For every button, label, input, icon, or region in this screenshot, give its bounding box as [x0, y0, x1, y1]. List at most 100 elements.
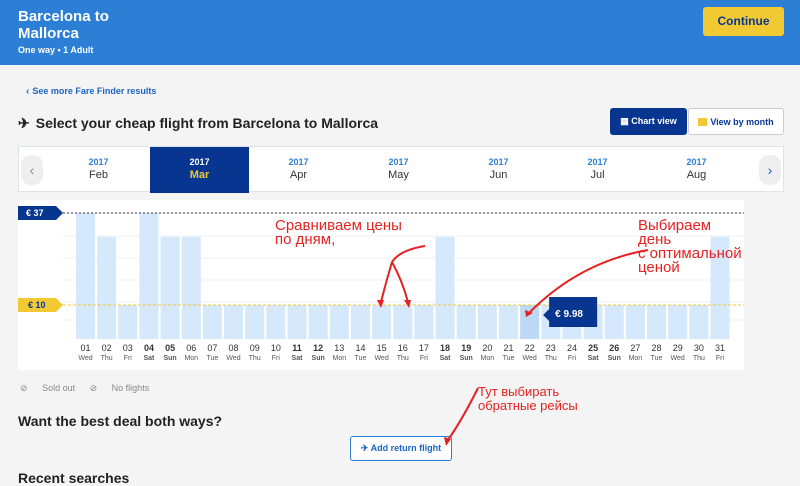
month-year: 2017	[88, 157, 109, 167]
weekday-label: Sat	[440, 355, 452, 362]
chart-bar	[393, 304, 413, 339]
day-label: 05	[165, 343, 175, 353]
month-year: 2017	[488, 157, 509, 167]
day-label: 03	[123, 343, 133, 353]
month-year: 2017	[388, 157, 409, 167]
month-year: 2017	[288, 157, 309, 167]
month-name: Apr	[289, 169, 308, 181]
month-name: Aug	[686, 169, 707, 181]
chart-bar	[372, 304, 392, 339]
annotation-line: обратные рейсы	[478, 398, 578, 413]
chart-view-label: Chart view	[631, 116, 677, 126]
weekday-label: Wed	[671, 355, 685, 362]
chart-bar	[245, 304, 265, 339]
month-year: 2017	[189, 157, 210, 167]
weekday-label: Sat	[292, 355, 304, 362]
month-name: May	[388, 169, 409, 181]
chart-bar	[435, 236, 455, 339]
day-label: 19	[461, 343, 471, 353]
day-label: 08	[229, 343, 239, 353]
chart-bar	[604, 304, 624, 339]
weekday-label: Sat	[588, 355, 600, 362]
day-label: 23	[546, 343, 556, 353]
chart-bar	[668, 304, 688, 339]
month-name: Mar	[189, 169, 210, 181]
day-label: 31	[715, 343, 725, 353]
day-label: 12	[313, 343, 323, 353]
month-name: Jul	[590, 169, 605, 181]
chart-bar	[625, 304, 645, 339]
month-next-button[interactable]: ›	[759, 155, 781, 185]
month-name: Feb	[89, 169, 108, 181]
chart-bar	[414, 304, 434, 339]
day-label: 11	[292, 343, 302, 353]
arrow-4	[447, 387, 479, 441]
weekday-label: Thu	[101, 355, 113, 362]
add-return-label: Add return flight	[370, 443, 442, 453]
no-flights-label: No flights	[111, 383, 150, 393]
chart-bar	[224, 304, 244, 339]
top-bar: Barcelona to Mallorca One way • 1 Adult …	[0, 0, 800, 65]
weekday-label: Tue	[206, 355, 218, 362]
chart-bar	[181, 236, 201, 339]
month-tab-jul[interactable]: 2017 Jul	[548, 147, 647, 193]
day-label: 18	[440, 343, 450, 353]
day-label: 07	[207, 343, 217, 353]
month-view-button[interactable]: View by month	[688, 108, 784, 135]
chart-bar	[139, 213, 159, 339]
day-label: 13	[334, 343, 344, 353]
weekday-label: Wed	[78, 355, 92, 362]
weekday-label: Sun	[460, 355, 473, 362]
plane-icon: ✈	[360, 443, 371, 453]
annotation-return: Тут выбирать обратные рейсы	[478, 385, 578, 413]
add-return-flight-button[interactable]: ✈ Add return flight	[350, 436, 452, 461]
weekday-label: Sun	[163, 355, 176, 362]
day-label: 22	[525, 343, 535, 353]
weekday-label: Fri	[716, 355, 725, 362]
sold-out-label: Sold out	[42, 383, 76, 393]
weekday-label: Wed	[226, 355, 240, 362]
continue-button[interactable]: Continue	[703, 7, 784, 36]
weekday-label: Fri	[272, 355, 281, 362]
day-label: 15	[377, 343, 387, 353]
annotation-line: по дням,	[275, 231, 336, 248]
back-link-label: See more Fare Finder results	[32, 86, 157, 96]
day-label: 02	[102, 343, 112, 353]
chart-bar	[477, 304, 497, 339]
chart-bar	[329, 304, 349, 339]
sold-out-icon: ⊘	[20, 383, 28, 393]
chart-icon: ▦	[620, 116, 632, 126]
weekday-label: Thu	[249, 355, 261, 362]
return-question: Want the best deal both ways?	[18, 413, 223, 429]
day-label: 28	[652, 343, 662, 353]
chart-bar	[647, 304, 667, 339]
no-flights-icon: ⊘	[89, 383, 98, 393]
month-tab-may[interactable]: 2017 May	[349, 147, 448, 193]
day-label: 26	[609, 343, 619, 353]
chart-bar	[97, 236, 117, 339]
fare-finder-link[interactable]: ‹ See more Fare Finder results	[26, 86, 156, 97]
weekday-label: Thu	[397, 355, 409, 362]
month-tab-mar[interactable]: 2017 Mar	[150, 147, 249, 193]
chart-bar	[456, 304, 476, 339]
weekday-label: Wed	[374, 355, 388, 362]
chart-bar	[350, 304, 370, 339]
month-tab-aug[interactable]: 2017 Aug	[647, 147, 746, 193]
day-label: 24	[567, 343, 577, 353]
annotation-compare: Сравниваем цены по дням,	[275, 218, 402, 248]
month-tab-jun[interactable]: 2017 Jun	[449, 147, 548, 193]
weekday-label: Sat	[143, 355, 155, 362]
month-selector: ‹ 2017 Feb 2017 Mar 2017 Apr 2017 May 20…	[18, 146, 784, 193]
chart-view-button[interactable]: ▦ Chart view	[610, 108, 687, 135]
month-year: 2017	[686, 157, 707, 167]
month-tab-feb[interactable]: 2017 Feb	[49, 147, 148, 193]
month-prev-button[interactable]: ‹	[21, 155, 43, 185]
annotation-line: Тут выбирать	[478, 384, 560, 399]
min-price-label: € 10	[28, 300, 46, 310]
day-label: 16	[398, 343, 408, 353]
month-tab-apr[interactable]: 2017 Apr	[249, 147, 348, 193]
day-label: 01	[80, 343, 90, 353]
day-label: 14	[355, 343, 365, 353]
plane-icon: ✈	[18, 115, 30, 131]
chart-bar	[689, 304, 709, 339]
